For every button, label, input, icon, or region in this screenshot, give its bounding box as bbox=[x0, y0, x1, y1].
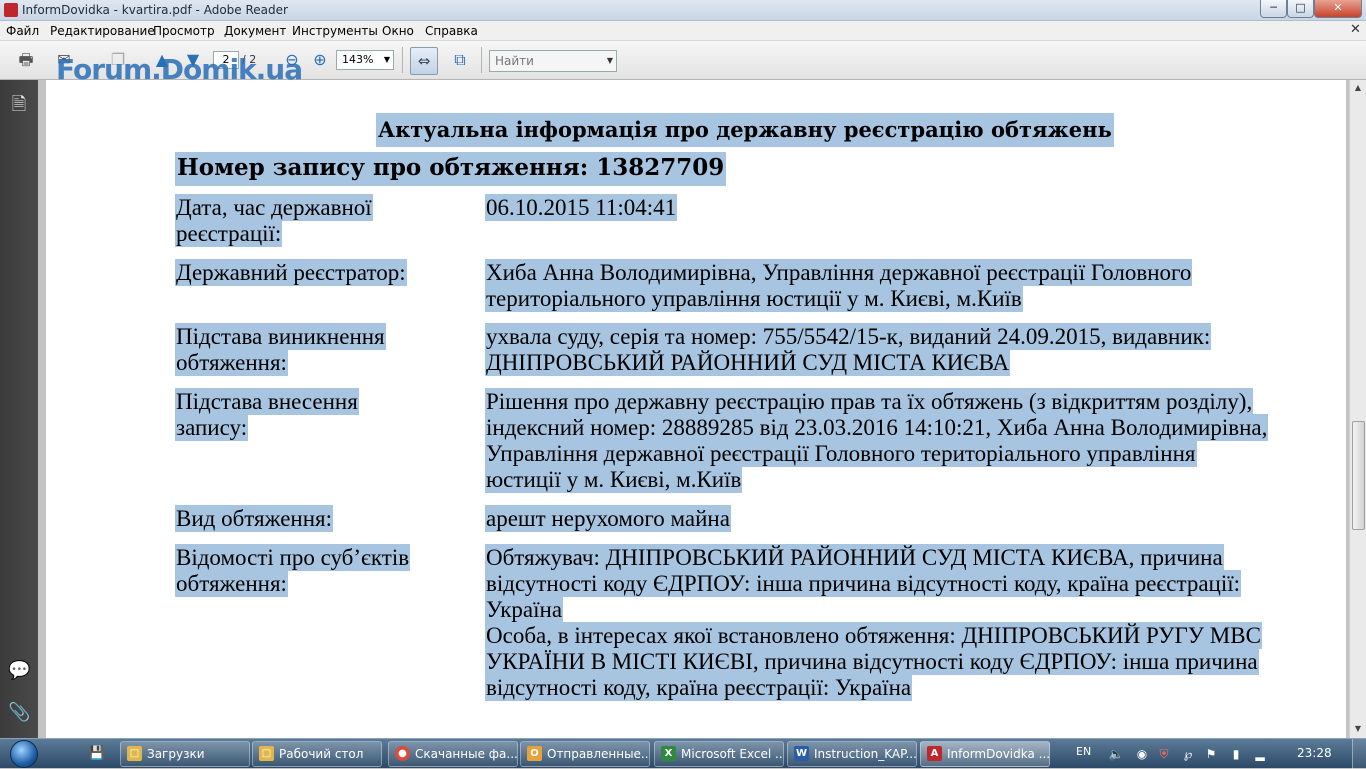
zoom-select[interactable]: 143% ▼ bbox=[336, 50, 394, 70]
zoom-value: 143% bbox=[342, 53, 374, 66]
record-number: Номер запису про обтяження: 13827709 bbox=[175, 152, 727, 186]
scroll-thumb[interactable] bbox=[1352, 421, 1365, 530]
network-signal-icon[interactable]: ▂ bbox=[1252, 746, 1268, 762]
menu-document[interactable]: Документ bbox=[224, 24, 286, 38]
show-desktop-quick-icon[interactable]: 💾 bbox=[88, 745, 106, 763]
chevron-down-icon: ▼ bbox=[383, 55, 390, 64]
adobe-reader-icon bbox=[4, 3, 18, 17]
show-desktop-button[interactable] bbox=[1352, 739, 1366, 769]
row-value-subjects-beneficiary: Особа, в інтересах якої встановлено обтя… bbox=[485, 622, 1262, 701]
minimize-button[interactable]: ─ bbox=[1260, 0, 1287, 18]
row-label-registrar: Державний реєстратор: bbox=[175, 259, 407, 286]
folder-icon: □ bbox=[259, 746, 274, 761]
taskbar: 💾 □ Загрузки □ Рабочий стол ● Скачанные фа.… bbox=[0, 738, 1366, 769]
task-excel[interactable]: X Microsoft Excel ... bbox=[654, 741, 784, 767]
document-page: Актуальна інформація про державну реєстр… bbox=[46, 80, 1346, 738]
scroll-down-icon[interactable]: ▼ bbox=[1351, 722, 1365, 736]
menu-edit[interactable]: Редактирование bbox=[50, 24, 155, 38]
title-bar: InformDovidka - kvartira.pdf - Adobe Rea… bbox=[0, 0, 1366, 21]
start-button[interactable] bbox=[4, 739, 44, 769]
menu-help[interactable]: Справка bbox=[425, 24, 478, 38]
fit-width-button[interactable]: ⇔ bbox=[410, 47, 438, 75]
chrome-icon: ● bbox=[395, 746, 410, 761]
task-word[interactable]: W Instruction_KAP... bbox=[787, 741, 917, 767]
menu-tools[interactable]: Инструменты bbox=[292, 24, 378, 38]
task-adobe-reader[interactable]: A InformDovidka ... bbox=[920, 741, 1050, 767]
comments-icon[interactable]: 💬 bbox=[8, 660, 30, 682]
close-document-icon[interactable]: ✕ bbox=[1350, 22, 1361, 37]
navigation-panel: 🗎 💬 📎 bbox=[0, 80, 38, 738]
menu-window[interactable]: Окно bbox=[382, 24, 414, 38]
adobe-reader-icon: A bbox=[927, 746, 942, 761]
task-desktop[interactable]: □ Рабочий стол bbox=[252, 741, 382, 767]
language-indicator[interactable]: EN bbox=[1076, 745, 1091, 758]
menu-view[interactable]: Просмотр bbox=[153, 24, 215, 38]
fit-page-icon[interactable]: ⧉ bbox=[448, 49, 472, 71]
document-title: Актуальна інформація про державну реєстр… bbox=[376, 113, 1114, 147]
print-icon[interactable]: 🖶 bbox=[14, 49, 38, 71]
volume-icon[interactable]: 🔈 bbox=[1108, 746, 1124, 762]
folder-icon: □ bbox=[127, 746, 142, 761]
clock[interactable]: 23:28 bbox=[1297, 746, 1332, 760]
row-label-encumbrance-type: Вид обтяження: bbox=[175, 505, 334, 532]
row-value-basis-entry: Рішення про державну реєстрацію прав та … bbox=[485, 388, 1269, 493]
vertical-scrollbar[interactable]: ▲ ▼ bbox=[1349, 80, 1366, 738]
pages-icon[interactable]: 🗎 bbox=[8, 94, 30, 116]
row-value-encumbrance-type: арешт нерухомого майна bbox=[485, 505, 731, 532]
outlook-icon: O bbox=[527, 746, 542, 761]
window-title: InformDovidka - kvartira.pdf - Adobe Rea… bbox=[22, 3, 288, 17]
toolbar-divider bbox=[402, 47, 403, 73]
windows-logo-icon bbox=[10, 740, 38, 768]
menu-bar: Файл Редактирование Просмотр Документ Ин… bbox=[0, 21, 1366, 41]
maximize-button[interactable]: □ bbox=[1287, 0, 1314, 18]
scroll-up-icon[interactable]: ▲ bbox=[1351, 81, 1365, 95]
menu-file[interactable]: Файл bbox=[6, 24, 39, 38]
chevron-down-icon: ▼ bbox=[606, 56, 613, 65]
task-downloads[interactable]: □ Загрузки bbox=[120, 741, 250, 767]
row-value-registration-date: 06.10.2015 11:04:41 bbox=[485, 194, 678, 221]
flag-icon[interactable]: ⚑ bbox=[1203, 746, 1219, 762]
bluetooth-icon[interactable]: ℘ bbox=[1180, 746, 1196, 762]
row-value-subjects: Обтяжувач: ДНІПРОВСЬКИЙ РАЙОННИЙ СУД МІС… bbox=[485, 544, 1242, 623]
row-label-basis-origin: Підстава виникнення обтяження: bbox=[175, 323, 386, 376]
task-outlook[interactable]: O Отправленные... bbox=[520, 741, 650, 767]
security-shield-icon[interactable]: ⛨ bbox=[1156, 746, 1172, 762]
close-button[interactable]: ✕ bbox=[1314, 0, 1362, 18]
row-value-basis-origin: ухвала суду, серія та номер: 755/5542/15… bbox=[485, 323, 1212, 376]
word-icon: W bbox=[794, 746, 809, 761]
row-label-basis-entry: Підстава внесення запису: bbox=[175, 388, 359, 441]
search-input[interactable]: Найти ▼ bbox=[489, 50, 617, 72]
attachments-icon[interactable]: 📎 bbox=[8, 702, 30, 724]
search-placeholder: Найти bbox=[495, 54, 534, 68]
toolbar-divider bbox=[481, 47, 482, 73]
excel-icon: X bbox=[661, 746, 676, 761]
row-value-registrar: Хиба Анна Володимирівна, Управління держ… bbox=[485, 259, 1193, 312]
battery-icon[interactable]: ▮ bbox=[1228, 746, 1244, 762]
toolbar: 🖶 ✉ ❐ ▲ ▼ 2 / 2 ⊖ ⊕ 143% ▼ ⇔ ⧉ Найти ▼ For… bbox=[0, 41, 1366, 86]
zoom-in-icon[interactable]: ⊕ bbox=[308, 49, 332, 71]
row-label-registration-date: Дата, час державної реєстрації: bbox=[175, 194, 373, 247]
office-icon[interactable]: ◉ bbox=[1134, 746, 1150, 762]
row-label-subjects: Відомості про суб’єктів обтяження: bbox=[175, 544, 411, 597]
task-chrome[interactable]: ● Скачанные фа... bbox=[388, 741, 518, 767]
